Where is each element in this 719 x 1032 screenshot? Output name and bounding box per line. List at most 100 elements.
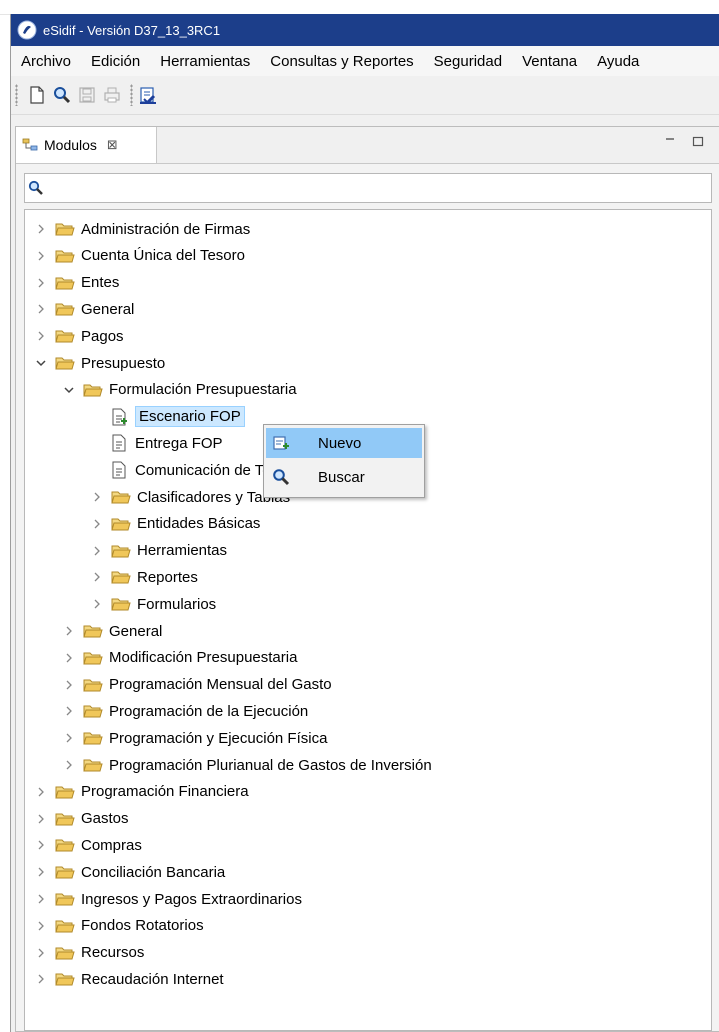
- chevron-right-icon[interactable]: [35, 947, 47, 959]
- tree-folder-item[interactable]: Herramientas: [25, 538, 711, 564]
- chevron-right-icon[interactable]: [35, 223, 47, 235]
- chevron-right-icon[interactable]: [35, 303, 47, 315]
- context-menu-label-nuevo: Nuevo: [318, 434, 362, 452]
- menu-seguridad[interactable]: Seguridad: [424, 53, 512, 70]
- tab-modulos-label: Modulos: [44, 137, 97, 153]
- menu-consultas-reportes[interactable]: Consultas y Reportes: [260, 53, 423, 70]
- menu-bar: Archivo Edición Herramientas Consultas y…: [11, 46, 719, 76]
- chevron-right-icon[interactable]: [63, 732, 75, 744]
- new-item-icon: [273, 436, 289, 450]
- menu-archivo[interactable]: Archivo: [11, 53, 81, 70]
- tree-folder-item[interactable]: Gastos: [25, 806, 711, 832]
- toolbar-grip[interactable]: [15, 84, 18, 106]
- chevron-right-icon[interactable]: [35, 893, 47, 905]
- tree-folder-item[interactable]: Fondos Rotatorios: [25, 913, 711, 939]
- tree-folder-item[interactable]: Compras: [25, 832, 711, 858]
- search-icon: [54, 87, 71, 104]
- menu-ayuda[interactable]: Ayuda: [587, 53, 649, 70]
- tree-folder-item[interactable]: Ingresos y Pagos Extraordinarios: [25, 886, 711, 912]
- search-button[interactable]: [51, 84, 73, 106]
- tree-item-label: Administración de Firmas: [81, 220, 251, 238]
- chevron-right-icon[interactable]: [91, 598, 103, 610]
- context-menu-item-buscar[interactable]: Buscar: [266, 462, 422, 492]
- folder-icon: [83, 705, 103, 718]
- tree-folder-item[interactable]: Programación y Ejecución Física: [25, 725, 711, 751]
- chevron-right-icon[interactable]: [35, 330, 47, 342]
- chevron-right-icon[interactable]: [35, 839, 47, 851]
- tree-folder-item[interactable]: Pagos: [25, 323, 711, 349]
- chevron-right-icon[interactable]: [63, 652, 75, 664]
- chevron-right-icon[interactable]: [35, 813, 47, 825]
- tree-item-label: Programación y Ejecución Física: [109, 729, 328, 747]
- menu-herramientas[interactable]: Herramientas: [150, 53, 260, 70]
- tab-close-icon[interactable]: ⊠: [107, 137, 118, 153]
- title-bar: eSidif - Versión D37_13_3RC1: [11, 14, 719, 46]
- maximize-icon[interactable]: [692, 135, 706, 149]
- folder-icon: [83, 384, 103, 397]
- folder-icon: [55, 277, 75, 290]
- filter-field[interactable]: [24, 173, 712, 203]
- chevron-down-icon[interactable]: [35, 357, 47, 369]
- run-button[interactable]: [137, 84, 159, 106]
- tree-folder-item[interactable]: Formulación Presupuestaria: [25, 377, 711, 403]
- filter-input[interactable]: [48, 175, 711, 201]
- save-icon: [79, 87, 95, 103]
- modules-tree-icon: [22, 138, 38, 151]
- chevron-right-icon[interactable]: [35, 250, 47, 262]
- folder-icon: [55, 223, 75, 236]
- tree-folder-item[interactable]: General: [25, 296, 711, 322]
- tree-folder-item[interactable]: Entidades Básicas: [25, 511, 711, 537]
- context-menu-label-buscar: Buscar: [318, 468, 365, 486]
- tree-folder-item[interactable]: Recursos: [25, 940, 711, 966]
- chevron-right-icon[interactable]: [35, 973, 47, 985]
- tree-item-label: Programación Mensual del Gasto: [109, 676, 332, 694]
- folder-icon: [111, 491, 131, 504]
- print-button[interactable]: [101, 84, 123, 106]
- chevron-down-icon[interactable]: [63, 384, 75, 396]
- tree-folder-item[interactable]: Cuenta Única del Tesoro: [25, 243, 711, 269]
- chevron-right-icon[interactable]: [63, 625, 75, 637]
- context-menu-item-nuevo[interactable]: Nuevo: [266, 428, 422, 458]
- minimize-icon[interactable]: [664, 135, 678, 149]
- tree-folder-item[interactable]: Programación de la Ejecución: [25, 698, 711, 724]
- tree-folder-item[interactable]: Reportes: [25, 564, 711, 590]
- tree-item-label: Fondos Rotatorios: [81, 917, 204, 935]
- chevron-right-icon[interactable]: [91, 518, 103, 530]
- tree-folder-item[interactable]: Conciliación Bancaria: [25, 859, 711, 885]
- context-menu: Nuevo Buscar: [263, 424, 425, 498]
- folder-icon: [83, 625, 103, 638]
- folder-icon: [83, 679, 103, 692]
- tree-folder-item[interactable]: Administración de Firmas: [25, 216, 711, 242]
- tree-folder-item[interactable]: Formularios: [25, 591, 711, 617]
- tree-folder-item[interactable]: Programación Plurianual de Gastos de Inv…: [25, 752, 711, 778]
- tab-modulos[interactable]: Modulos ⊠: [16, 127, 157, 163]
- new-document-button[interactable]: [26, 84, 48, 106]
- chevron-right-icon[interactable]: [63, 679, 75, 691]
- tree-folder-item[interactable]: Programación Mensual del Gasto: [25, 672, 711, 698]
- chevron-right-icon[interactable]: [35, 866, 47, 878]
- tree-folder-item[interactable]: Entes: [25, 270, 711, 296]
- tree-item-label: Pagos: [81, 327, 124, 345]
- tree-item-label: Formulación Presupuestaria: [109, 381, 297, 399]
- chevron-right-icon[interactable]: [35, 920, 47, 932]
- chevron-right-icon[interactable]: [91, 545, 103, 557]
- chevron-right-icon[interactable]: [35, 786, 47, 798]
- chevron-right-icon[interactable]: [63, 759, 75, 771]
- save-button[interactable]: [76, 84, 98, 106]
- view-tab-bar: Modulos ⊠: [16, 127, 719, 164]
- tree-folder-item[interactable]: Modificación Presupuestaria: [25, 645, 711, 671]
- tree-folder-item[interactable]: Programación Financiera: [25, 779, 711, 805]
- tree-folder-item[interactable]: Presupuesto: [25, 350, 711, 376]
- folder-icon: [83, 732, 103, 745]
- chevron-right-icon[interactable]: [35, 277, 47, 289]
- folder-icon: [55, 786, 75, 799]
- chevron-right-icon[interactable]: [91, 571, 103, 583]
- document-icon: [112, 434, 126, 452]
- menu-edicion[interactable]: Edición: [81, 53, 150, 70]
- folder-icon: [83, 652, 103, 665]
- tree-folder-item[interactable]: General: [25, 618, 711, 644]
- chevron-right-icon[interactable]: [91, 491, 103, 503]
- tree-folder-item[interactable]: Recaudación Internet: [25, 966, 711, 992]
- chevron-right-icon[interactable]: [63, 705, 75, 717]
- menu-ventana[interactable]: Ventana: [512, 53, 587, 70]
